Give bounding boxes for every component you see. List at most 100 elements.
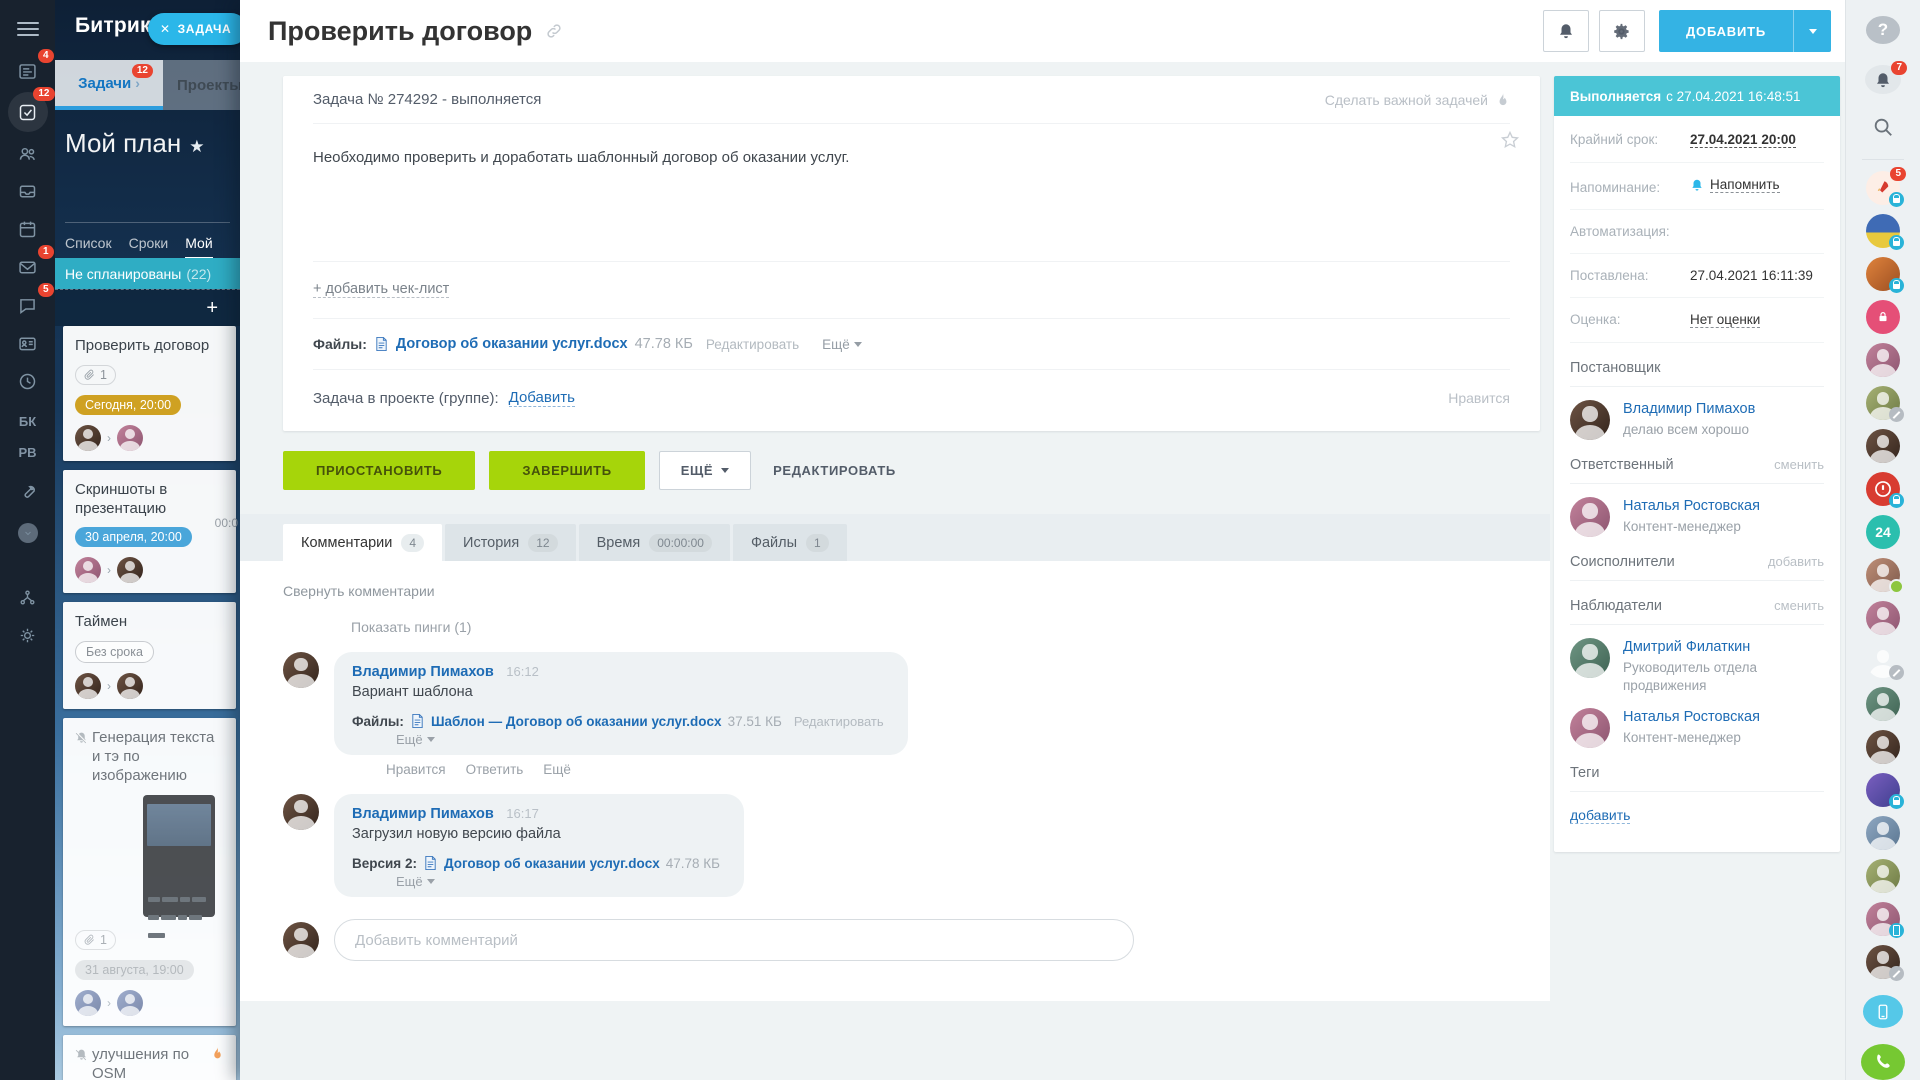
mail-icon[interactable]: 1 bbox=[9, 250, 47, 284]
due-date-pill[interactable]: Сегодня, 20:00 bbox=[75, 395, 181, 415]
chat-avatar[interactable] bbox=[1866, 773, 1900, 807]
settings-rail-icon[interactable] bbox=[9, 618, 47, 652]
feed-icon[interactable]: 4 bbox=[9, 54, 47, 88]
chat-avatar-rocket[interactable]: 5 bbox=[1866, 171, 1900, 205]
task-card[interactable]: Скриншоты в презентацию 30 апреля, 20:00… bbox=[63, 470, 236, 594]
notifications-button[interactable]: 7 bbox=[1865, 65, 1901, 94]
avatar[interactable] bbox=[117, 557, 143, 583]
tab-history[interactable]: История12 bbox=[445, 524, 576, 561]
view-tab-list[interactable]: Список bbox=[65, 235, 112, 259]
remind-link[interactable]: Напомнить bbox=[1710, 177, 1780, 193]
edit-button[interactable]: РЕДАКТИРОВАТЬ bbox=[765, 451, 904, 490]
time-clock-icon[interactable] bbox=[9, 364, 47, 398]
chat-avatar[interactable] bbox=[1866, 945, 1900, 979]
avatar[interactable] bbox=[75, 673, 101, 699]
file-link[interactable]: Договор об оказании услуг.docx bbox=[444, 856, 660, 871]
like-link[interactable]: Нравится bbox=[386, 762, 446, 777]
crm-card-icon[interactable] bbox=[9, 326, 47, 360]
more-link[interactable]: Ещё bbox=[543, 762, 571, 777]
chat-avatar[interactable] bbox=[1866, 257, 1900, 291]
chat-avatar[interactable] bbox=[1866, 343, 1900, 377]
avatar[interactable] bbox=[75, 425, 101, 451]
file-edit-link[interactable]: Редактировать bbox=[706, 337, 799, 352]
file-edit-link[interactable]: Редактировать bbox=[794, 714, 884, 729]
person-name[interactable]: Наталья Ростовская bbox=[1623, 709, 1760, 725]
add-checklist-link[interactable]: + добавить чек-лист bbox=[313, 281, 449, 298]
due-date-pill[interactable]: 31 августа, 19:00 bbox=[75, 960, 194, 980]
tab-files[interactable]: Файлы1 bbox=[733, 524, 847, 561]
deadline-value[interactable]: 27.04.2021 20:00 bbox=[1690, 132, 1796, 148]
file-more-link[interactable]: Ещё bbox=[396, 732, 884, 747]
sidebar-item-bk[interactable]: БК bbox=[19, 414, 36, 429]
comment-author[interactable]: Владимир Пимахов bbox=[352, 664, 494, 680]
chat-avatar[interactable] bbox=[1866, 687, 1900, 721]
add-dropdown-toggle[interactable] bbox=[1793, 10, 1831, 52]
chat-avatar-locked[interactable] bbox=[1866, 300, 1900, 334]
chat-avatar[interactable] bbox=[1866, 601, 1900, 635]
chat-avatar[interactable] bbox=[1866, 644, 1900, 678]
task-slider-pill[interactable]: ЗАДАЧА bbox=[148, 13, 240, 45]
avatar[interactable] bbox=[283, 794, 319, 830]
chat-avatar[interactable] bbox=[1866, 429, 1900, 463]
notify-settings-button[interactable] bbox=[1543, 10, 1589, 52]
task-card[interactable]: Таймен Без срока bbox=[63, 602, 236, 709]
group-unplanned-header[interactable]: Не спланированы (22) bbox=[55, 258, 240, 289]
copy-link-icon[interactable] bbox=[545, 22, 563, 45]
search-icon[interactable] bbox=[1872, 116, 1894, 143]
project-add-link[interactable]: Добавить bbox=[509, 389, 575, 407]
file-more-link[interactable]: Ещё bbox=[822, 337, 862, 352]
chat-avatar[interactable] bbox=[1866, 859, 1900, 893]
due-date-pill[interactable]: 30 апреля, 20:00 bbox=[75, 527, 192, 547]
avatar[interactable] bbox=[75, 557, 101, 583]
file-link[interactable]: Договор об оказании услуг.docx bbox=[396, 336, 628, 352]
observers-change-link[interactable]: сменить bbox=[1774, 598, 1824, 613]
storage-icon[interactable] bbox=[9, 174, 47, 208]
hamburger-menu-icon[interactable] bbox=[17, 18, 39, 40]
tasks-icon[interactable]: 12 bbox=[8, 92, 48, 132]
chat-avatar[interactable] bbox=[1866, 730, 1900, 764]
file-link[interactable]: Шаблон — Договор об оказании услуг.docx bbox=[431, 714, 722, 729]
comment-input[interactable] bbox=[334, 919, 1134, 961]
sitemap-icon[interactable] bbox=[9, 580, 47, 614]
people-icon[interactable] bbox=[9, 136, 47, 170]
avatar[interactable] bbox=[117, 990, 143, 1016]
avatar[interactable] bbox=[117, 673, 143, 699]
view-tab-deadlines[interactable]: Сроки bbox=[129, 235, 169, 259]
finish-button[interactable]: ЗАВЕРШИТЬ bbox=[489, 451, 644, 490]
pause-button[interactable]: ПРИОСТАНОВИТЬ bbox=[283, 451, 475, 490]
collapse-menu-icon[interactable] bbox=[9, 516, 47, 550]
tab-time[interactable]: Время00:00:00 bbox=[579, 524, 730, 561]
chat-avatar[interactable] bbox=[1866, 558, 1900, 592]
avatar[interactable] bbox=[1570, 400, 1610, 440]
task-card[interactable]: улучшения по OSM #местоположения +3 Без … bbox=[63, 1035, 236, 1080]
sidebar-item-rv[interactable]: РВ bbox=[18, 445, 36, 460]
close-icon[interactable] bbox=[160, 22, 171, 36]
coassignees-add-link[interactable]: добавить bbox=[1768, 554, 1824, 569]
more-actions-button[interactable]: ЕЩЁ bbox=[659, 451, 751, 490]
collapse-comments-link[interactable]: Свернуть комментарии bbox=[283, 583, 435, 599]
attachment-preview-image[interactable] bbox=[143, 795, 215, 917]
file-more-link[interactable]: Ещё bbox=[396, 874, 720, 889]
make-important-button[interactable]: Сделать важной задачей bbox=[1325, 92, 1510, 108]
person-name[interactable]: Дмитрий Филаткин bbox=[1623, 639, 1750, 655]
call-button[interactable] bbox=[1861, 1044, 1905, 1080]
like-link[interactable]: Нравится bbox=[1448, 390, 1510, 406]
avatar[interactable] bbox=[283, 652, 319, 688]
rating-link[interactable]: Нет оценки bbox=[1690, 312, 1760, 328]
add-button[interactable]: ДОБАВИТЬ bbox=[1659, 10, 1831, 52]
wrench-icon[interactable] bbox=[9, 474, 47, 508]
mobile-app-button[interactable] bbox=[1863, 995, 1903, 1028]
favorite-star-icon[interactable] bbox=[1500, 130, 1520, 155]
chat-avatar[interactable] bbox=[1866, 386, 1900, 420]
chat-avatar-counter[interactable]: 24 bbox=[1866, 515, 1900, 549]
add-task-button[interactable]: + bbox=[55, 289, 240, 326]
favorite-star-icon[interactable] bbox=[189, 128, 204, 159]
task-settings-button[interactable] bbox=[1599, 10, 1645, 52]
avatar[interactable] bbox=[117, 425, 143, 451]
chat-icon[interactable]: 5 bbox=[9, 288, 47, 322]
calendar-icon[interactable] bbox=[9, 212, 47, 246]
task-card[interactable]: Проверить договор 1 Сегодня, 20:00 bbox=[63, 326, 236, 461]
avatar[interactable] bbox=[1570, 497, 1610, 537]
person-name[interactable]: Наталья Ростовская bbox=[1623, 498, 1760, 514]
assignee-change-link[interactable]: сменить bbox=[1774, 457, 1824, 472]
